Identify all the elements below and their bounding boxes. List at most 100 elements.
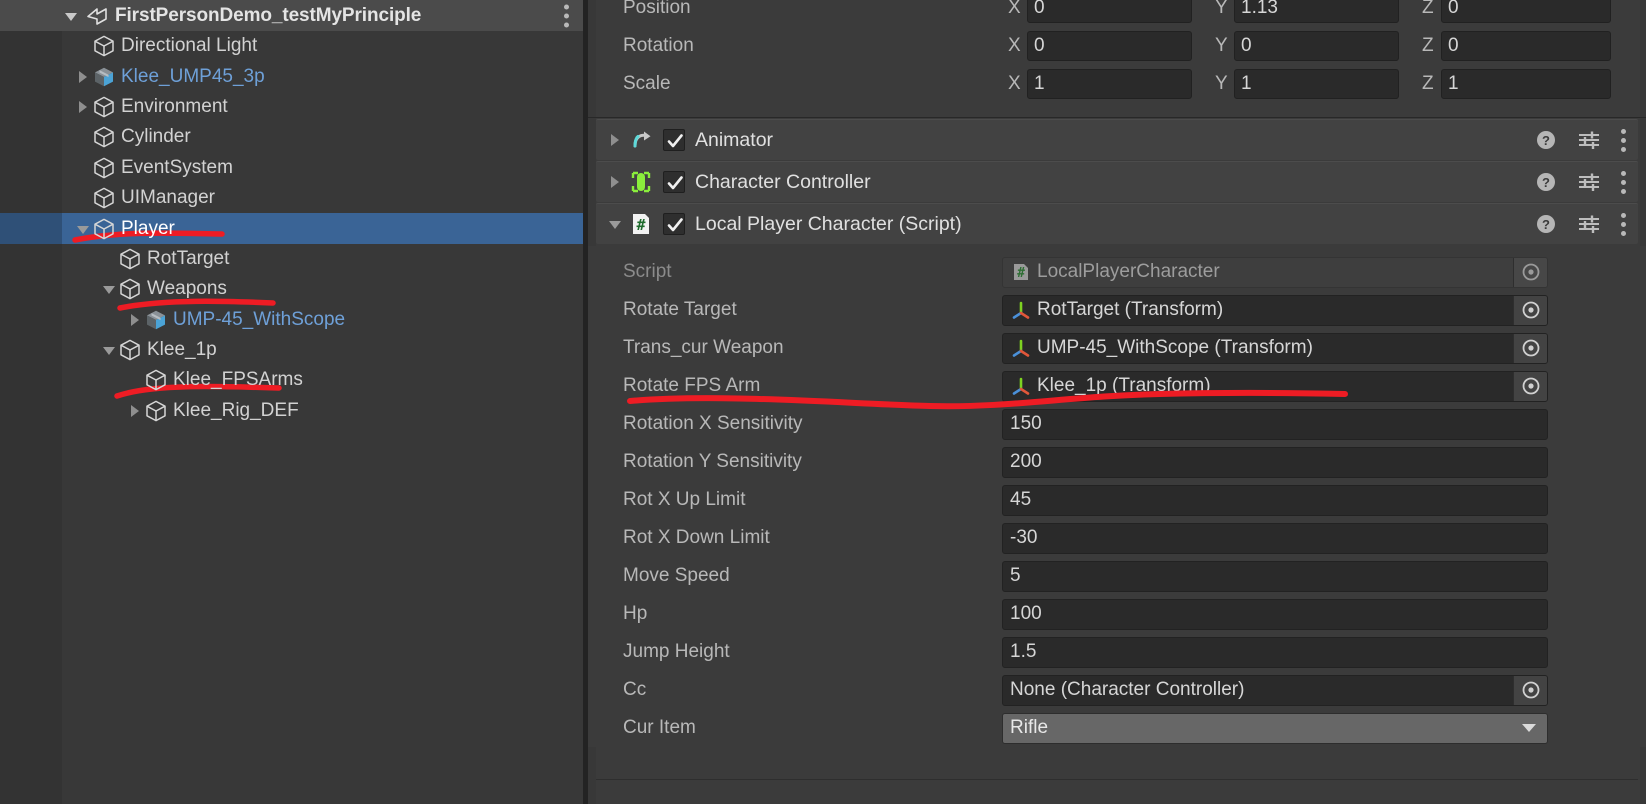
hierarchy-item-ump-45-withscope[interactable]: UMP-45_WithScope xyxy=(0,305,583,335)
component-header-animator[interactable]: Animator? xyxy=(596,119,1638,160)
transform-scale-x-input[interactable]: 1 xyxy=(1027,69,1192,99)
field-input-rotate-fps-arm[interactable]: Klee_1p (Transform) xyxy=(1002,370,1548,402)
hierarchy-item-environment[interactable]: Environment xyxy=(0,92,583,122)
field-input-rot-x-down-limit[interactable]: -30 xyxy=(1002,522,1548,554)
object-picker-circle-icon[interactable] xyxy=(1513,257,1547,287)
help-icon[interactable]: ? xyxy=(1535,171,1557,193)
transform-label: Rotation xyxy=(623,35,694,56)
field-row-rotate-fps-arm: Rotate FPS Arm Klee_1p (Transform) xyxy=(588,367,1646,405)
component-enabled-checkbox[interactable] xyxy=(663,129,685,151)
hierarchy-item-klee-1p[interactable]: Klee_1p xyxy=(0,335,583,365)
object-picker-circle-icon[interactable] xyxy=(1513,295,1547,325)
component-menu-kebab-icon[interactable] xyxy=(1621,212,1626,236)
preset-sliders-icon[interactable] xyxy=(1577,171,1601,193)
hierarchy-item-uimanager[interactable]: UIManager xyxy=(0,183,583,213)
transform-rotation-z-input[interactable]: 0 xyxy=(1441,31,1611,61)
hierarchy-item-label: EventSystem xyxy=(121,156,233,178)
character-controller-icon xyxy=(628,169,654,195)
help-icon[interactable]: ? xyxy=(1535,129,1557,151)
hierarchy-scene-header[interactable]: FirstPersonDemo_testMyPrinciple xyxy=(0,0,583,31)
preset-sliders-icon[interactable] xyxy=(1577,213,1601,235)
hierarchy-item-rottarget[interactable]: RotTarget xyxy=(0,244,583,274)
component-menu-kebab-icon[interactable] xyxy=(1621,170,1626,194)
hierarchy-item-content: EventSystem xyxy=(74,156,233,180)
transform-position-y-input[interactable]: 1.13 xyxy=(1234,0,1399,23)
hierarchy-item-klee-fpsarms[interactable]: Klee_FPSArms xyxy=(0,365,583,395)
component-menu-kebab-icon[interactable] xyxy=(1621,128,1626,152)
transform-position-x-input[interactable]: 0 xyxy=(1027,0,1192,23)
field-input-rotation-y-sensitivity[interactable]: 200 xyxy=(1002,446,1548,478)
inspector-bottom-separator xyxy=(596,779,1638,780)
chevron-right-icon[interactable] xyxy=(74,68,92,86)
component-enabled-checkbox[interactable] xyxy=(663,171,685,193)
hierarchy-menu-kebab-icon[interactable] xyxy=(564,4,569,27)
chevron-right-icon[interactable] xyxy=(126,311,144,329)
field-input-jump-height[interactable]: 1.5 xyxy=(1002,636,1548,668)
field-label-hp: Hp xyxy=(623,603,648,624)
field-input-move-speed[interactable]: 5 xyxy=(1002,560,1548,592)
hierarchy-item-klee-rig-def[interactable]: Klee_Rig_DEF xyxy=(0,396,583,426)
field-value-script: LocalPlayerCharacter xyxy=(1037,261,1220,282)
field-label-cc: Cc xyxy=(623,679,647,700)
field-input-rot-x-up-limit[interactable]: 45 xyxy=(1002,484,1548,516)
chevron-right-icon[interactable] xyxy=(606,131,624,149)
object-picker-circle-icon[interactable] xyxy=(1513,371,1547,401)
transform-scale-z-input[interactable]: 1 xyxy=(1441,69,1611,99)
field-input-hp[interactable]: 100 xyxy=(1002,598,1548,630)
field-input-cc[interactable]: None (Character Controller) xyxy=(1002,674,1548,706)
component-header-character-controller[interactable]: Character Controller? xyxy=(596,161,1638,202)
svg-text:?: ? xyxy=(1542,133,1550,148)
transform-position-z-input[interactable]: 0 xyxy=(1441,0,1611,23)
component-actions: ? xyxy=(1535,170,1626,194)
chevron-right-icon[interactable] xyxy=(74,98,92,116)
component-name-label: Animator xyxy=(695,128,774,151)
axis-x-label: X xyxy=(1008,0,1021,18)
hierarchy-item-label: RotTarget xyxy=(147,247,230,269)
hierarchy-item-player[interactable]: Player xyxy=(0,213,583,244)
field-input-rotate-target[interactable]: RotTarget (Transform) xyxy=(1002,294,1548,326)
hierarchy-item-label: UMP-45_WithScope xyxy=(173,308,346,330)
component-name-label: Local Player Character (Script) xyxy=(695,212,962,235)
field-input-script: # LocalPlayerCharacter xyxy=(1002,256,1548,288)
field-input-rotation-x-sensitivity[interactable]: 150 xyxy=(1002,408,1548,440)
transform-rotation-x-input[interactable]: 0 xyxy=(1027,31,1192,61)
hierarchy-item-weapons[interactable]: Weapons xyxy=(0,274,583,304)
hierarchy-panel: FirstPersonDemo_testMyPrinciple Directio… xyxy=(0,0,583,804)
transform-component-fields: Position X 0 Y 1.13 Z 0 Rotation X 0 Y 0 Z 0 Scale X 1 Y 1… xyxy=(588,0,1646,103)
field-input-cur-item[interactable]: Rifle xyxy=(1002,712,1548,744)
chevron-down-icon[interactable] xyxy=(74,220,92,238)
object-picker-circle-icon[interactable] xyxy=(1513,675,1547,705)
foldout-spacer xyxy=(74,189,92,207)
transform-scale-y-input[interactable]: 1 xyxy=(1234,69,1399,99)
component-header-local-player-character-script-[interactable]: # Local Player Character (Script)? xyxy=(596,203,1638,244)
transform-row-rotation: Rotation X 0 Y 0 Z 0 xyxy=(588,27,1646,65)
hierarchy-item-klee-ump45-3p[interactable]: Klee_UMP45_3p xyxy=(0,61,583,91)
transform-rotation-y-input[interactable]: 0 xyxy=(1234,31,1399,61)
chevron-right-icon[interactable] xyxy=(606,173,624,191)
field-input-trans-cur-weapon[interactable]: UMP-45_WithScope (Transform) xyxy=(1002,332,1548,364)
field-value-trans-cur-weapon: UMP-45_WithScope (Transform) xyxy=(1037,337,1313,358)
foldout-spacer xyxy=(126,371,144,389)
gameobject-cube-icon xyxy=(92,125,116,149)
scene-foldout-arrow[interactable] xyxy=(62,7,80,25)
hierarchy-item-label: Weapons xyxy=(147,278,227,300)
hierarchy-item-label: Klee_UMP45_3p xyxy=(121,65,265,87)
transform-gizmo-icon xyxy=(1010,337,1032,359)
chevron-down-icon xyxy=(1522,724,1536,732)
chevron-right-icon[interactable] xyxy=(126,402,144,420)
preset-sliders-icon[interactable] xyxy=(1577,129,1601,151)
chevron-down-icon[interactable] xyxy=(606,215,624,233)
hierarchy-item-eventsystem[interactable]: EventSystem xyxy=(0,153,583,183)
object-picker-circle-icon[interactable] xyxy=(1513,333,1547,363)
hierarchy-item-cylinder[interactable]: Cylinder xyxy=(0,122,583,152)
component-enabled-checkbox[interactable] xyxy=(663,213,685,235)
transform-separator xyxy=(588,117,1646,118)
gameobject-cube-icon xyxy=(118,338,142,362)
scene-name-label: FirstPersonDemo_testMyPrinciple xyxy=(115,4,422,26)
chevron-down-icon[interactable] xyxy=(100,341,118,359)
chevron-down-icon[interactable] xyxy=(100,280,118,298)
svg-text:#: # xyxy=(1017,266,1025,281)
hierarchy-item-directional-light[interactable]: Directional Light xyxy=(0,31,583,61)
help-icon[interactable]: ? xyxy=(1535,213,1557,235)
hierarchy-item-label: Player xyxy=(121,217,175,239)
